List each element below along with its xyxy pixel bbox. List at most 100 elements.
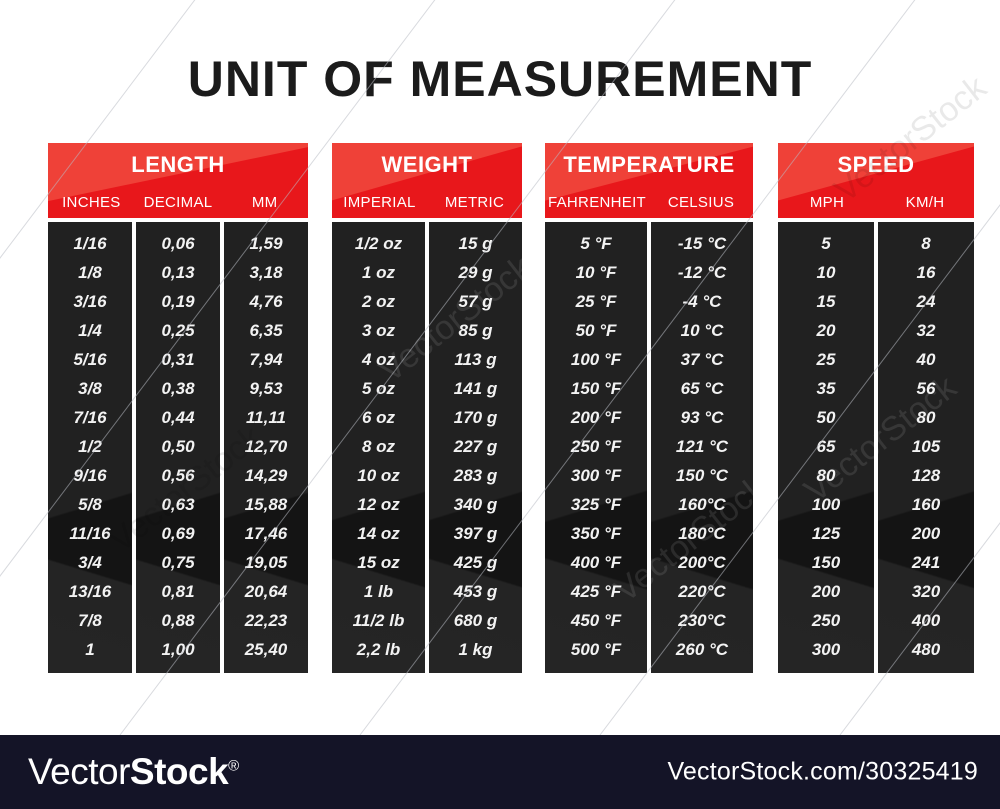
poster-canvas: UNIT OF MEASUREMENT LENGTH INCHES DECIMAL M… [0, 0, 1000, 735]
table-cell: 160 [911, 495, 941, 514]
table-cell: 13/16 [68, 582, 112, 601]
table-cell: 453 g [453, 582, 498, 601]
table-cell: 5/16 [73, 350, 107, 369]
column-header: IMPERIAL [343, 194, 416, 211]
table-column: -15 °C -12 °C -4 °C 10 °C 37 °C 65 °C 93 °C 121… [651, 222, 753, 673]
table-cell: 125 [811, 524, 841, 543]
table-cell: 35 [816, 379, 836, 398]
table-cell: 37 °C [680, 350, 724, 369]
table-cell: 80 [816, 466, 836, 485]
table-body: 1/16 1/8 3/16 1/4 5/16 3/8 7/16 1/2 9/16 5/8 11/16… [48, 222, 308, 673]
table-cell: 3/8 [78, 379, 102, 398]
table-cell: 1 oz [361, 263, 396, 282]
table-cell: 65 [816, 437, 836, 456]
column-header: KM/H [905, 194, 945, 211]
table-cell: 1,59 [249, 234, 283, 253]
table-cell: 7/8 [78, 611, 102, 630]
table-cell: 105 [911, 437, 941, 456]
table-cell: 1/2 oz [354, 234, 403, 253]
table-cell: 150 [811, 553, 841, 572]
table-cell: 227 g [453, 437, 498, 456]
registered-mark-icon: ® [228, 757, 239, 775]
table-cell: 350 °F [570, 524, 622, 543]
table-length: LENGTH INCHES DECIMAL MM 1/16 1/8 3/16 1/4 5/16 3… [48, 143, 308, 673]
table-cell: 25 °F [575, 292, 617, 311]
table-cell: 1 [85, 640, 95, 659]
table-cell: 19,05 [244, 553, 288, 572]
table-cell: 50 °F [575, 321, 617, 340]
table-cell: 150 °C [675, 466, 729, 485]
table-cell: 50 [816, 408, 836, 427]
table-cell: 65 °C [680, 379, 724, 398]
table-cell: 85 g [458, 321, 493, 340]
table-cell: 16 [916, 263, 936, 282]
table-cell: 20,64 [244, 582, 288, 601]
table-cell: 10 [816, 263, 836, 282]
column-header: MM [251, 194, 278, 211]
table-cell: 0,44 [161, 408, 195, 427]
table-cell: 300 °F [570, 466, 622, 485]
table-cell: 25,40 [244, 640, 288, 659]
table-cell: 17,46 [244, 524, 288, 543]
table-cell: 100 [811, 495, 841, 514]
table-cell: 1/4 [78, 321, 102, 340]
table-cell: 3,18 [249, 263, 283, 282]
table-cell: 8 [921, 234, 931, 253]
column-header: DECIMAL [143, 194, 213, 211]
table-cell: 4,76 [249, 292, 283, 311]
table-cell: 160°C [678, 495, 726, 514]
table-cell: 4 oz [361, 350, 396, 369]
column-header: METRIC [444, 194, 505, 211]
table-cell: 11/2 lb [352, 611, 405, 630]
table-cell: -4 °C [682, 292, 722, 311]
table-column: 1/16 1/8 3/16 1/4 5/16 3/8 7/16 1/2 9/16 5/8 11/16… [48, 222, 132, 673]
table-cell: 57 g [458, 292, 493, 311]
column-header: INCHES [62, 194, 121, 211]
table-cell: 15 oz [357, 553, 400, 572]
table-cell: 500 °F [570, 640, 622, 659]
table-cell: 80 [916, 408, 936, 427]
table-cell: -12 °C [677, 263, 727, 282]
table-cell: 5/8 [78, 495, 102, 514]
table-cell: 113 g [454, 350, 497, 369]
table-cell: 400 °F [570, 553, 622, 572]
table-cell: 200 [811, 582, 841, 601]
table-column: 15 g 29 g 57 g 85 g 113 g 141 g 170 g 227 g 283 … [429, 222, 522, 673]
table-cell: 200 [911, 524, 941, 543]
table-cell: 0,69 [161, 524, 195, 543]
table-cell: 20 [816, 321, 836, 340]
table-cell: 340 g [453, 495, 498, 514]
table-cell: 425 °F [570, 582, 622, 601]
table-body: 5 10 15 20 25 35 50 65 80 100 125 150 200 250 300 8 16 24… [778, 222, 974, 673]
table-cell: 15 [816, 292, 836, 311]
table-cell: 3 oz [361, 321, 396, 340]
table-temperature: TEMPERATURE FAHRENHEIT CELSIUS 5 °F 10 °F 25 … [545, 143, 753, 673]
table-cell: 0,63 [161, 495, 195, 514]
vectorstock-footer-bar: VectorStock® VectorStock.com/30325419 [0, 735, 1000, 809]
table-cell: 325 °F [570, 495, 622, 514]
table-header: WEIGHT IMPERIAL METRIC [332, 143, 522, 218]
table-cell: 11,11 [245, 408, 287, 427]
table-cell: 5 [821, 234, 831, 253]
table-cell: 2 oz [361, 292, 396, 311]
table-cell: 5 °F [580, 234, 612, 253]
table-cell: 121 °C [675, 437, 729, 456]
table-cell: 40 [916, 350, 936, 369]
table-header: SPEED MPH KM/H [778, 143, 974, 218]
table-cell: 0,38 [161, 379, 195, 398]
table-cell: 170 g [453, 408, 498, 427]
table-column: 5 10 15 20 25 35 50 65 80 100 125 150 200 250 300 [778, 222, 874, 673]
table-body: 1/2 oz 1 oz 2 oz 3 oz 4 oz 5 oz 6 oz 8 oz 10 oz 1… [332, 222, 522, 673]
table-cell: 100 °F [570, 350, 622, 369]
table-weight: WEIGHT IMPERIAL METRIC 1/2 oz 1 oz 2 oz 3 oz 4 … [332, 143, 522, 673]
table-header: TEMPERATURE FAHRENHEIT CELSIUS [545, 143, 753, 218]
table-cell: 22,23 [244, 611, 288, 630]
table-cell: 150 °F [570, 379, 622, 398]
table-cell: 1/2 [78, 437, 102, 456]
table-cell: 320 [911, 582, 941, 601]
table-cell: 6,35 [249, 321, 283, 340]
page-title: UNIT OF MEASUREMENT [187, 51, 813, 107]
table-cell: 680 g [453, 611, 498, 630]
table-cell: 0,56 [161, 466, 195, 485]
table-column: 1,59 3,18 4,76 6,35 7,94 9,53 11,11 12,70 14,29 1… [224, 222, 308, 673]
